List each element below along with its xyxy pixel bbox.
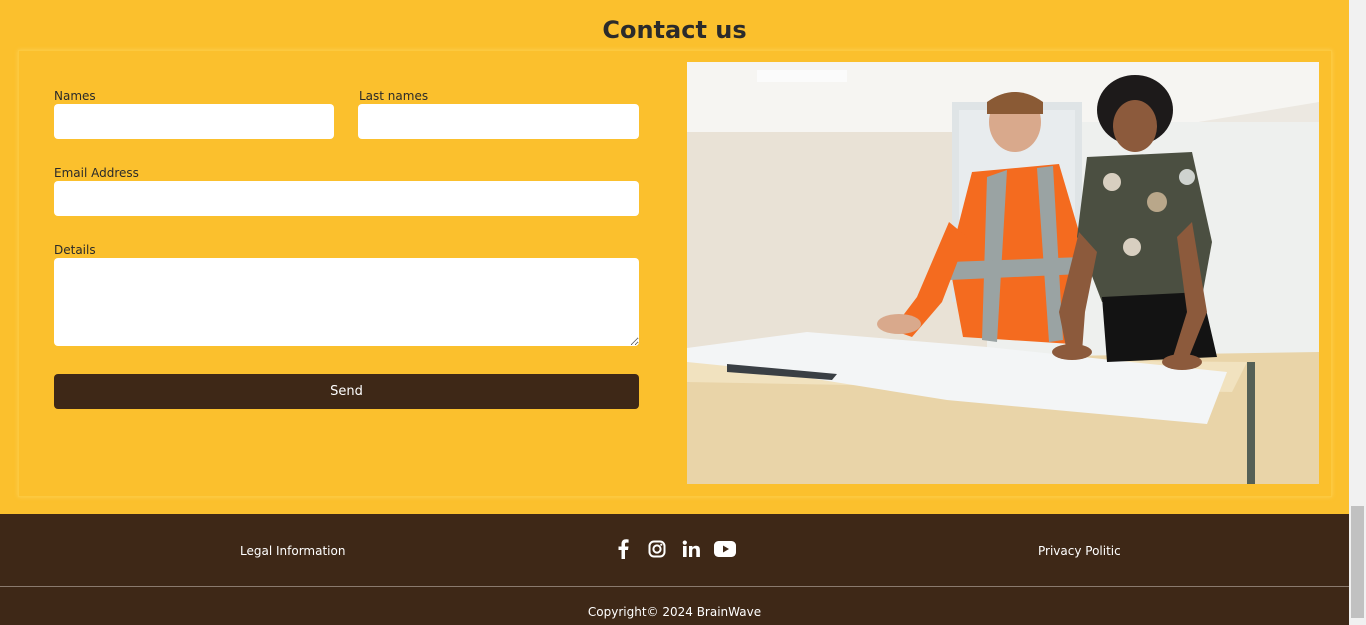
names-input[interactable] [54,104,334,139]
instagram-icon[interactable] [646,538,668,560]
photo-illustration [687,62,1319,484]
names-label: Names [54,89,96,103]
facebook-icon[interactable] [612,538,634,560]
linkedin-icon[interactable] [680,538,702,560]
scrollbar-thumb[interactable] [1351,506,1364,618]
last-names-input[interactable] [358,104,639,139]
footer-divider [0,586,1349,587]
contact-photo [687,62,1319,484]
contact-title: Contact us [602,16,747,44]
send-button[interactable]: Send [54,374,639,409]
social-links [612,538,736,560]
details-label: Details [54,243,96,257]
email-label: Email Address [54,166,139,180]
site-footer: Legal Information Privacy Politic Copyri… [0,514,1349,625]
last-names-label: Last names [359,89,429,103]
email-input[interactable] [54,181,639,216]
page: Contact us Names Last names Email Addres… [0,0,1349,625]
copyright-text: Copyright© 2024 BrainWave [587,605,762,619]
legal-information-link[interactable]: Legal Information [240,544,345,558]
details-textarea[interactable] [54,258,639,346]
youtube-icon[interactable] [714,538,736,560]
privacy-policy-link[interactable]: Privacy Politic [1038,544,1121,558]
